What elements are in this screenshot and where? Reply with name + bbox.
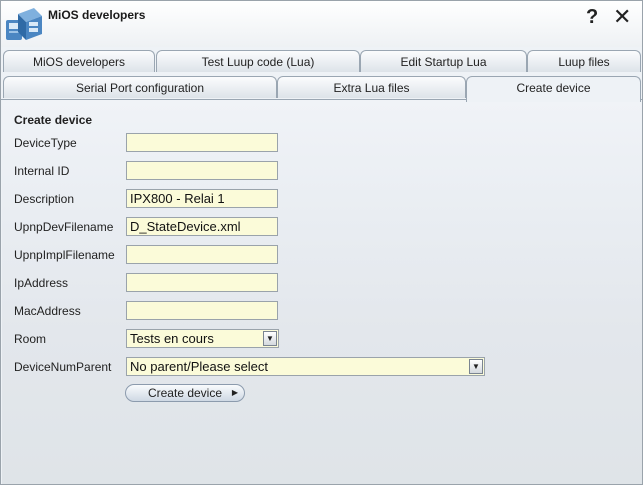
ip-address-label: IpAddress <box>14 276 69 290</box>
room-select[interactable]: Tests en cours ▼ <box>126 329 279 348</box>
device-num-parent-selected-value: No parent/Please select <box>130 359 269 374</box>
close-icon[interactable]: ✕ <box>613 6 631 28</box>
upnp-impl-filename-label: UpnpImplFilename <box>14 248 115 262</box>
mac-address-label: MacAddress <box>14 304 81 318</box>
tab-edit-startup-lua[interactable]: Edit Startup Lua <box>360 50 527 72</box>
upnp-impl-filename-input[interactable] <box>126 245 278 264</box>
create-device-panel: Create device DeviceType Internal ID Des… <box>2 100 642 484</box>
window-title: MiOS developers <box>48 8 146 22</box>
description-input[interactable] <box>126 189 278 208</box>
chevron-down-icon[interactable]: ▼ <box>263 331 277 346</box>
tab-luup-files[interactable]: Luup files <box>527 50 641 72</box>
room-selected-value: Tests en cours <box>130 331 214 346</box>
device-num-parent-label: DeviceNumParent <box>14 360 112 374</box>
tab-extra-lua-files[interactable]: Extra Lua files <box>277 76 466 98</box>
create-device-button[interactable]: Create device ▶ <box>125 384 245 402</box>
upnp-dev-filename-input[interactable] <box>126 217 278 236</box>
internal-id-input[interactable] <box>126 161 278 180</box>
title-bar: MiOS developers ? ✕ <box>1 1 642 47</box>
tab-serial-port-configuration[interactable]: Serial Port configuration <box>3 76 277 98</box>
chevron-right-icon: ▶ <box>231 388 238 397</box>
room-label: Room <box>14 332 47 346</box>
dialog-window: MiOS developers ? ✕ MiOS developers Test… <box>0 0 643 485</box>
upnp-dev-filename-label: UpnpDevFilename <box>14 220 114 234</box>
device-type-input[interactable] <box>126 133 278 152</box>
ip-address-input[interactable] <box>126 273 278 292</box>
tab-create-device[interactable]: Create device <box>466 76 641 102</box>
create-device-button-label: Create device <box>147 386 223 400</box>
app-icon <box>6 8 42 40</box>
internal-id-label: Internal ID <box>14 164 70 178</box>
section-title: Create device <box>14 113 93 127</box>
mac-address-input[interactable] <box>126 301 278 320</box>
tab-mios-developers[interactable]: MiOS developers <box>3 50 155 72</box>
description-label: Description <box>14 192 75 206</box>
help-icon[interactable]: ? <box>586 6 598 28</box>
device-num-parent-select[interactable]: No parent/Please select ▼ <box>126 357 485 376</box>
chevron-down-icon[interactable]: ▼ <box>469 359 483 374</box>
device-type-label: DeviceType <box>14 136 77 150</box>
tab-test-luup-code[interactable]: Test Luup code (Lua) <box>156 50 360 72</box>
